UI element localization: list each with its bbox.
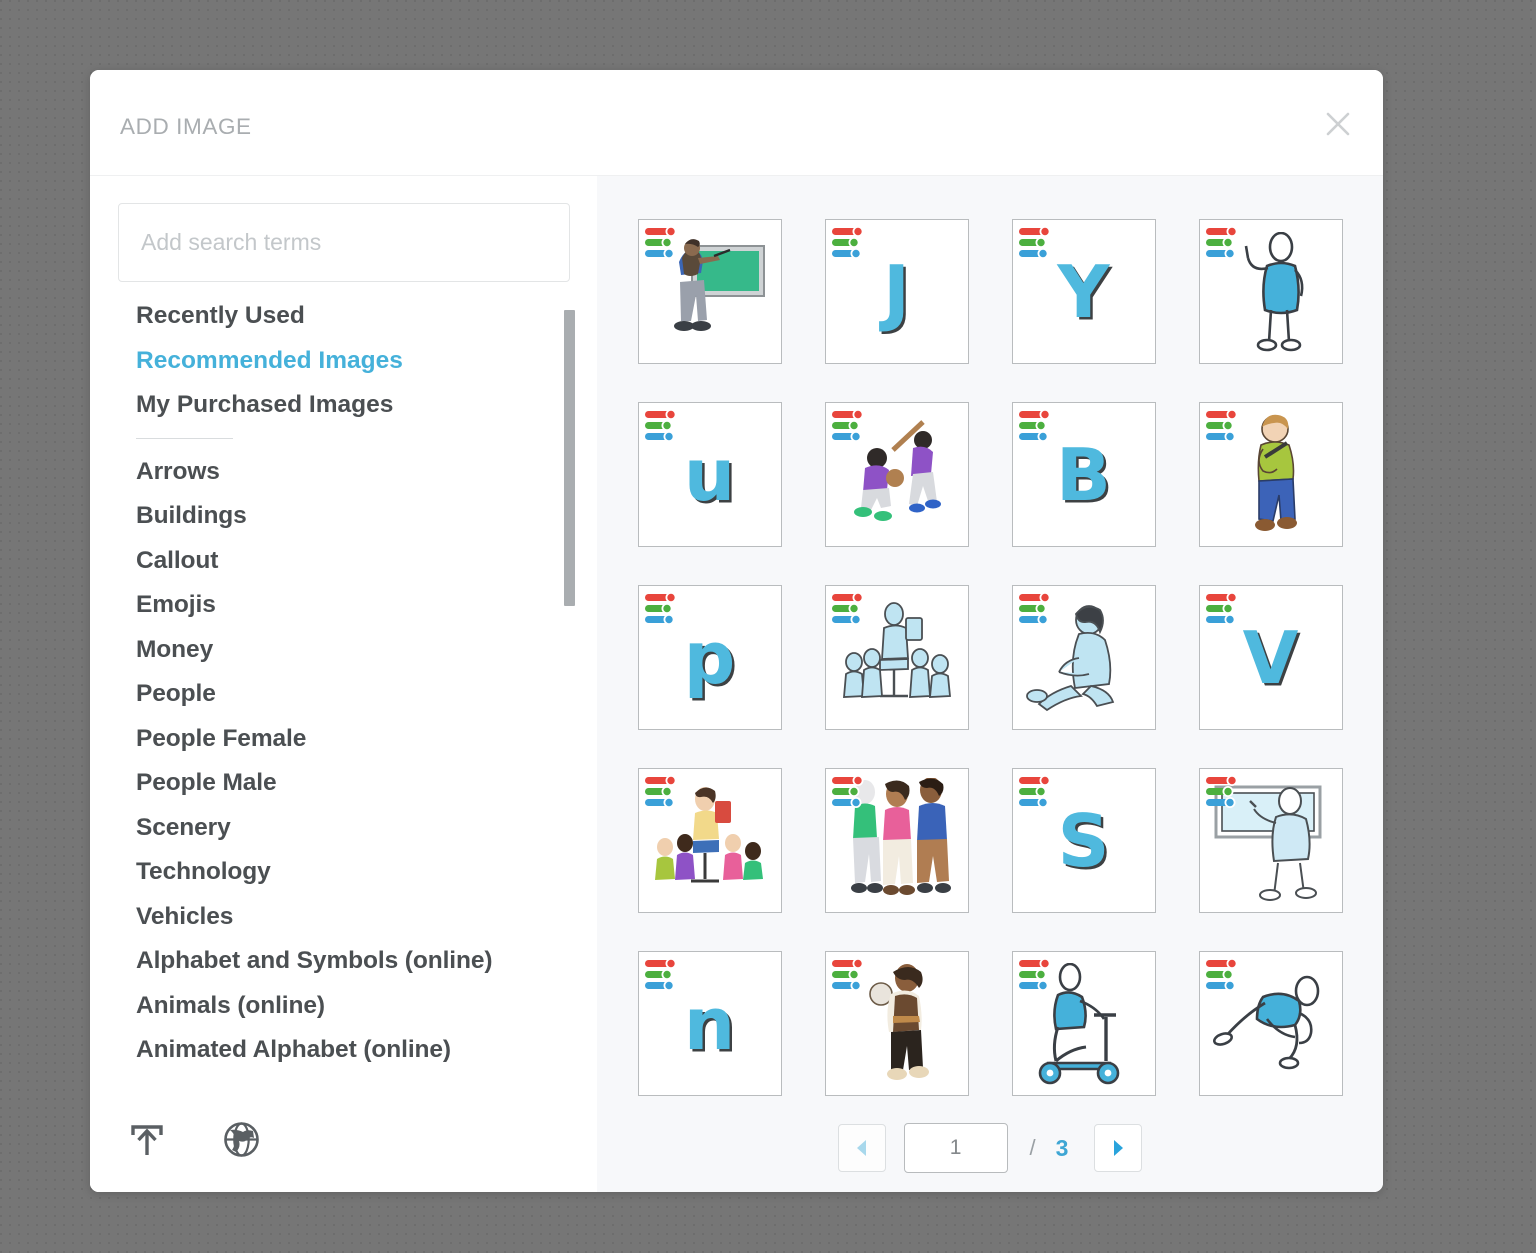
color-sliders-icon (644, 592, 686, 625)
sidebar-item-people-female[interactable]: People Female (136, 726, 597, 752)
dialog-titlebar: ADD IMAGE (90, 70, 1383, 176)
sidebar-footer (90, 1092, 597, 1192)
sidebar-item-recently-used[interactable]: Recently Used (136, 304, 597, 329)
thumbnail-person-playing-drum[interactable] (824, 951, 969, 1096)
color-sliders-icon (1018, 226, 1060, 259)
letter-glyph: J (883, 249, 910, 334)
thumbnail-letter-b[interactable]: B (1011, 402, 1156, 547)
thumbnail-baseball-batter-and-catcher[interactable] (824, 402, 969, 547)
color-sliders-icon (1018, 775, 1060, 808)
thumbnail-teacher-reading-to-children-outline[interactable] (824, 585, 969, 730)
thumbnail-letter-j[interactable]: J (824, 219, 969, 364)
previous-page-button[interactable] (837, 1124, 886, 1172)
sidebar-item-callout[interactable]: Callout (136, 548, 597, 574)
letter-glyph: S (1057, 798, 1110, 883)
sidebar-item-buildings[interactable]: Buildings (136, 503, 597, 529)
color-sliders-icon (831, 592, 873, 625)
upload-icon[interactable] (128, 1122, 166, 1163)
close-icon[interactable] (1321, 107, 1355, 141)
color-sliders-icon (831, 409, 873, 442)
thumbnail-three-people-standing[interactable] (824, 768, 969, 913)
sidebar-item-emojis[interactable]: Emojis (136, 592, 597, 618)
color-sliders-icon (1205, 409, 1247, 442)
color-sliders-icon (644, 775, 686, 808)
thumbnail-boy-playing-flute[interactable] (1198, 402, 1343, 547)
color-sliders-icon (644, 226, 686, 259)
sidebar-item-recommended-images[interactable]: Recommended Images (136, 348, 597, 374)
color-sliders-icon (831, 775, 873, 808)
sidebar-panel: Recently Used Recommended Images My Purc… (90, 176, 597, 1192)
sidebar-item-scenery[interactable]: Scenery (136, 815, 597, 841)
color-sliders-icon (644, 958, 686, 991)
thumbnail-letter-p-lowercase[interactable]: p (637, 585, 782, 730)
letter-glyph: B (1056, 432, 1111, 517)
color-sliders-icon (644, 409, 686, 442)
image-thumbnail-grid: J Y u B p V S n (597, 176, 1383, 1096)
thumbnail-girl-reading-seated-outline[interactable] (1011, 585, 1156, 730)
sidebar-item-people-male[interactable]: People Male (136, 770, 597, 796)
sidebar-item-arrows[interactable]: Arrows (136, 459, 597, 485)
triangle-left-icon (856, 1140, 866, 1156)
color-sliders-icon (1205, 592, 1247, 625)
color-sliders-icon (1205, 226, 1247, 259)
thumbnail-person-on-scooter[interactable] (1011, 951, 1156, 1096)
category-scroll-area: Recently Used Recommended Images My Purc… (90, 304, 597, 1092)
thumbnail-letter-y[interactable]: Y (1011, 219, 1156, 364)
color-sliders-icon (1205, 775, 1247, 808)
thumbnail-person-raising-hand[interactable] (1198, 219, 1343, 364)
letter-glyph: V (1242, 615, 1299, 700)
sidebar-item-technology[interactable]: Technology (136, 859, 597, 885)
sidebar-item-alphabet-and-symbols-online[interactable]: Alphabet and Symbols (online) (136, 948, 597, 974)
color-sliders-icon (1018, 958, 1060, 991)
search-area (90, 176, 597, 282)
letter-glyph: Y (1057, 249, 1110, 334)
thumbnail-teacher-at-chalkboard[interactable] (637, 219, 782, 364)
thumbnail-letter-s[interactable]: S (1011, 768, 1156, 913)
thumbnail-letter-n-lowercase[interactable]: n (637, 951, 782, 1096)
letter-glyph: p (683, 615, 736, 700)
search-input[interactable] (118, 203, 570, 282)
add-image-dialog: ADD IMAGE Recently Used Recommended Imag… (90, 70, 1383, 1192)
thumbnail-letter-v[interactable]: V (1198, 585, 1343, 730)
color-sliders-icon (831, 226, 873, 259)
color-sliders-icon (1018, 592, 1060, 625)
sidebar-item-people[interactable]: People (136, 681, 597, 707)
dialog-title: ADD IMAGE (120, 114, 252, 139)
category-list: Recently Used Recommended Images My Purc… (90, 304, 597, 1092)
thumbnail-person-stretching[interactable] (1198, 951, 1343, 1096)
pagination-bar: / 3 (597, 1096, 1383, 1192)
page-number-input[interactable] (903, 1123, 1008, 1173)
letter-glyph: n (683, 981, 736, 1066)
next-page-button[interactable] (1094, 1124, 1143, 1172)
sidebar-scrollbar-thumb[interactable] (564, 310, 575, 606)
sidebar-scrollbar[interactable] (564, 304, 575, 1092)
total-pages-label[interactable]: 3 (1056, 1135, 1069, 1162)
pagination-separator: / (1029, 1135, 1036, 1160)
globe-icon[interactable] (223, 1121, 260, 1163)
sidebar-item-money[interactable]: Money (136, 637, 597, 663)
sidebar-item-animals-online[interactable]: Animals (online) (136, 993, 597, 1019)
sidebar-divider (136, 437, 233, 439)
thumbnail-presenter-at-whiteboard-outline[interactable] (1198, 768, 1343, 913)
sidebar-item-vehicles[interactable]: Vehicles (136, 904, 597, 930)
image-results-panel: J Y u B p V S n 1 / 3 (597, 176, 1383, 1192)
sidebar-item-animated-alphabet-online[interactable]: Animated Alphabet (online) (136, 1037, 597, 1063)
color-sliders-icon (1205, 958, 1247, 991)
thumbnail-teacher-reading-to-children-color[interactable] (637, 768, 782, 913)
triangle-right-icon (1114, 1140, 1124, 1156)
dialog-body: Recently Used Recommended Images My Purc… (90, 176, 1383, 1192)
color-sliders-icon (1018, 409, 1060, 442)
color-sliders-icon (831, 958, 873, 991)
thumbnail-letter-u-lowercase[interactable]: u (637, 402, 782, 547)
sidebar-item-my-purchased-images[interactable]: My Purchased Images (136, 392, 597, 418)
letter-glyph: u (683, 432, 736, 517)
